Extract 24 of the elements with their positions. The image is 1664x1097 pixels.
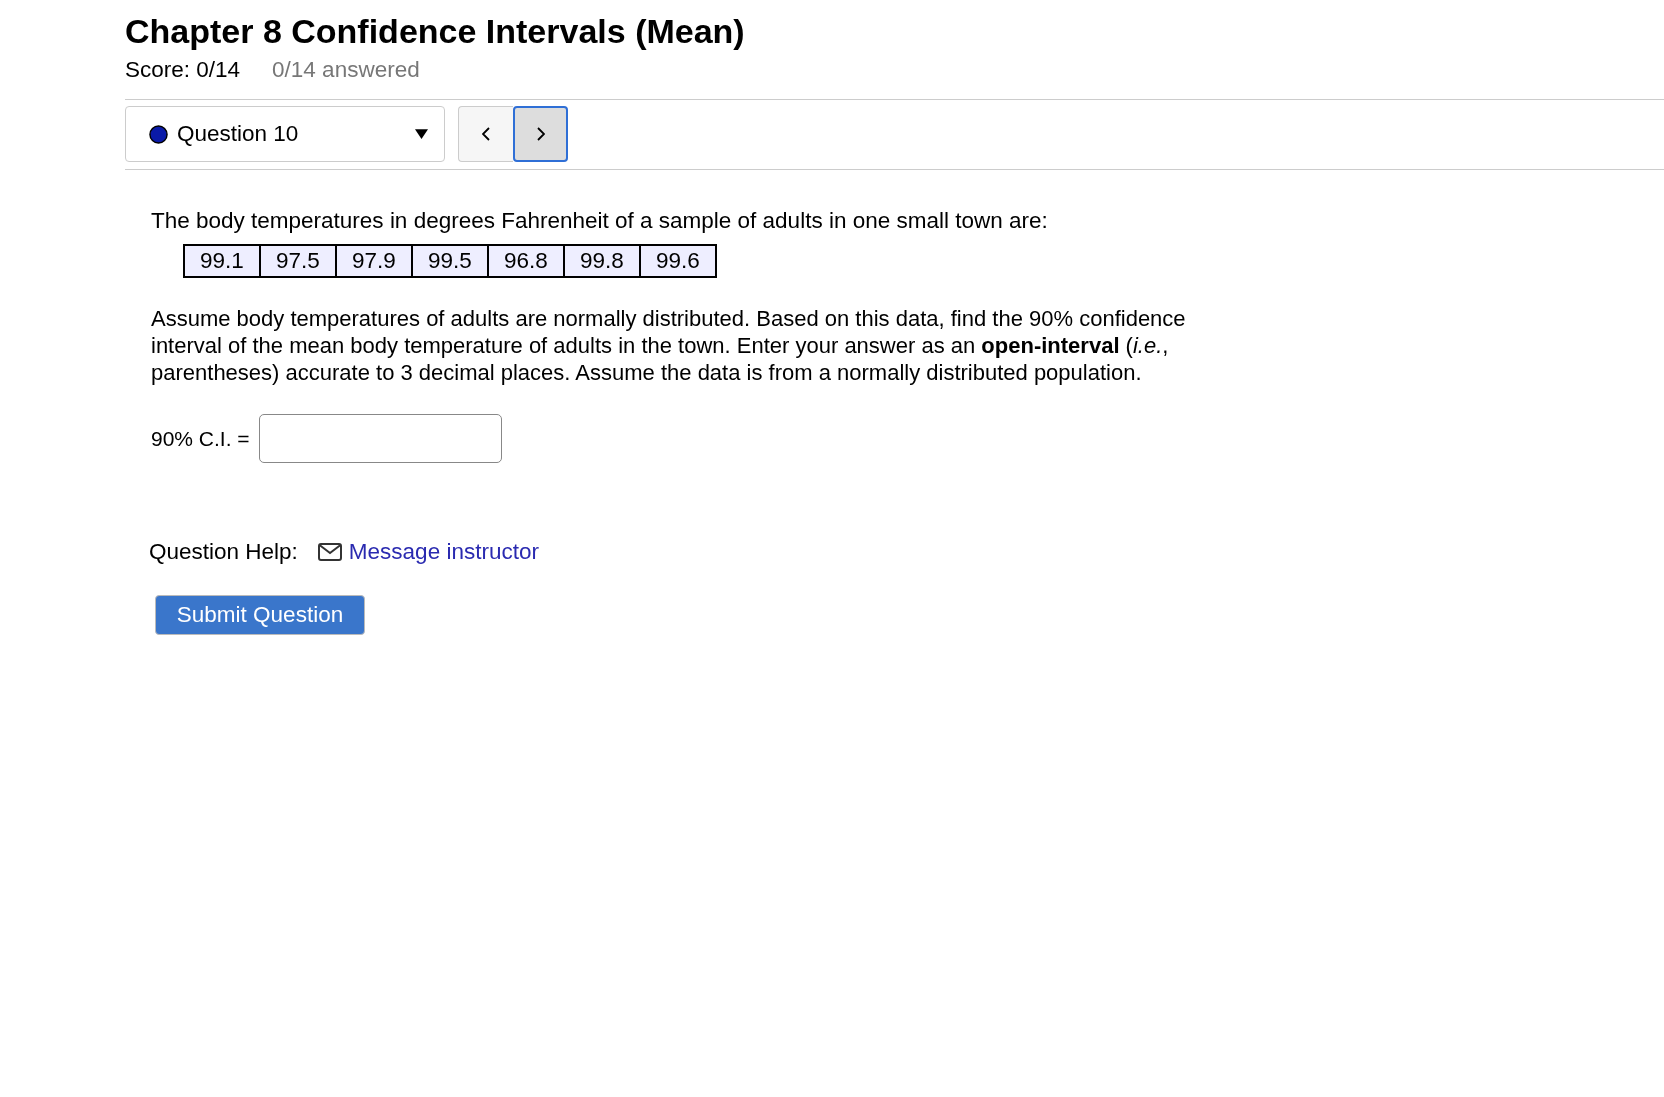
answered-count: 0/14 answered	[272, 56, 420, 84]
help-label: Question Help:	[149, 539, 298, 565]
caret-icon	[415, 129, 428, 139]
envelope-icon	[317, 543, 342, 561]
data-cell: 99.8	[564, 245, 640, 277]
next-button[interactable]	[513, 106, 568, 162]
chevron-right-icon	[536, 127, 545, 141]
question-intro: The body temperatures in degrees Fahrenheit of a sample of adults in one small town are:	[151, 207, 1049, 235]
data-cell: 99.1	[184, 245, 260, 277]
answer-field[interactable]	[258, 414, 502, 463]
message-instructor-link[interactable]: Message instructor	[348, 539, 539, 565]
answer-label: 90% C.I. =	[151, 426, 250, 451]
data-cell: 97.9	[336, 245, 412, 277]
question-text: Assume body temperatures of adults are normally distributed. Based on this data, find the 90% confidence interval of the mean body temperature of adults in the town. Enter your answer as an open-interval (i.e., parentheses) accurate to 3 decimal places. Assume the data is from a normally distributed population.	[151, 305, 1187, 386]
page-title: Chapter 8 Confidence Intervals (Mean)	[125, 11, 746, 52]
data-cell: 97.5	[260, 245, 336, 277]
data-cell: 99.6	[640, 245, 716, 277]
score-text: Score: 0/14	[125, 56, 241, 84]
submit-button[interactable]: Submit Question	[155, 595, 365, 635]
status-dot-icon	[149, 124, 168, 144]
data-cell: 99.5	[412, 245, 488, 277]
data-cell: 96.8	[488, 245, 564, 277]
question-select[interactable]: Question 10	[125, 106, 445, 162]
chevron-left-icon	[482, 127, 490, 141]
